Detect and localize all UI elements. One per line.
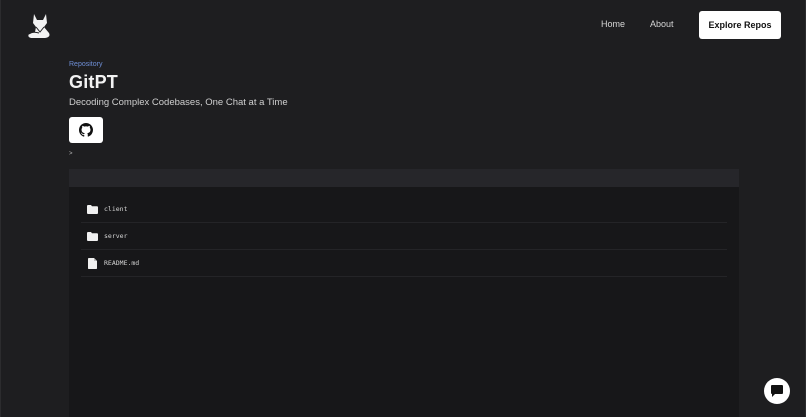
page-title: GitPT	[69, 72, 118, 92]
chat-button[interactable]	[764, 378, 790, 404]
nav-about-link[interactable]: About	[650, 19, 674, 29]
chat-bubble-icon	[771, 385, 783, 397]
page: Home About Explore Repos Repository GitP…	[0, 0, 806, 417]
file-panel-header	[69, 169, 739, 187]
file-icon	[87, 257, 98, 269]
explore-repos-button[interactable]: Explore Repos	[699, 11, 781, 39]
file-row-readme[interactable]: README.md	[81, 250, 727, 277]
github-icon	[79, 123, 93, 137]
file-name: client	[104, 205, 128, 213]
folder-icon	[87, 204, 98, 215]
file-name: server	[104, 232, 128, 240]
nav-home-link[interactable]: Home	[601, 19, 625, 29]
file-name: README.md	[104, 259, 140, 267]
file-panel: client server README.md	[69, 187, 739, 417]
folder-icon	[87, 231, 98, 242]
github-button[interactable]	[69, 117, 103, 143]
breadcrumb[interactable]: >	[69, 151, 73, 157]
repo-kicker-label: Repository	[69, 61, 103, 68]
fox-logo-icon[interactable]	[25, 11, 55, 41]
page-subtitle: Decoding Complex Codebases, One Chat at …	[69, 97, 288, 108]
file-row-client[interactable]: client	[81, 196, 727, 223]
file-list: client server README.md	[81, 196, 727, 277]
file-row-server[interactable]: server	[81, 223, 727, 250]
